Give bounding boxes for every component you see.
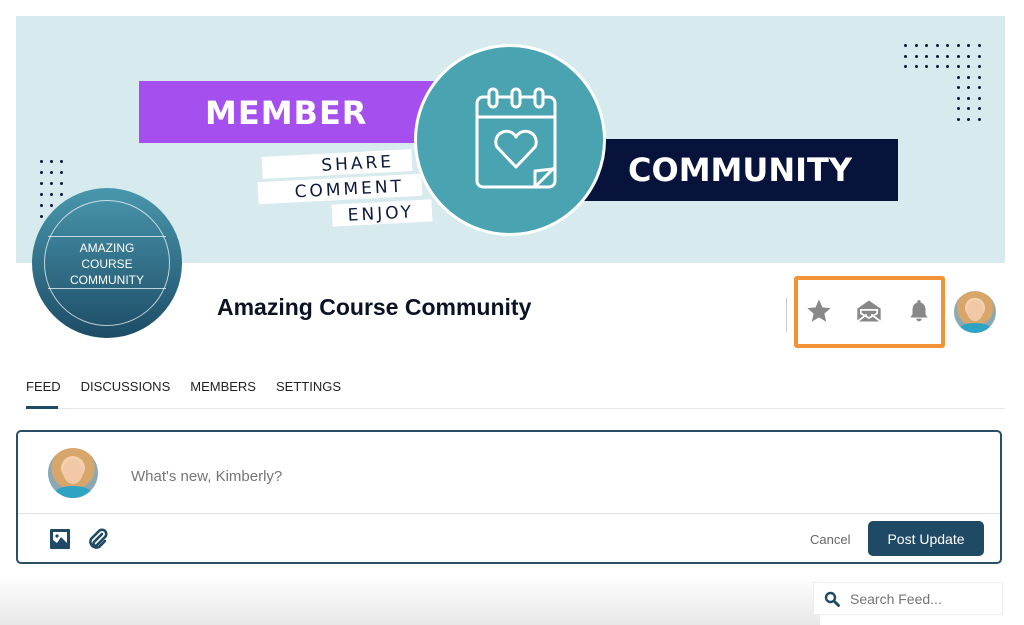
tab-feed[interactable]: FEED	[26, 379, 61, 394]
dot	[50, 182, 53, 185]
messages-button[interactable]	[854, 296, 884, 326]
bell-icon	[910, 300, 928, 322]
tab-discussions[interactable]: DISCUSSIONS	[81, 379, 171, 394]
dot	[50, 160, 53, 163]
dot-pattern-right	[904, 44, 988, 121]
dot	[956, 86, 960, 89]
tab-settings[interactable]: SETTINGS	[276, 379, 341, 394]
dot	[956, 65, 960, 68]
dot	[977, 107, 981, 110]
dot	[50, 204, 53, 207]
dot	[967, 44, 970, 47]
dot	[50, 193, 53, 196]
dot	[60, 160, 63, 163]
user-avatar-header[interactable]	[954, 291, 996, 333]
search-feed-input[interactable]	[850, 591, 990, 607]
dot	[935, 65, 939, 68]
dot	[946, 44, 949, 47]
image-upload-icon[interactable]	[49, 528, 71, 550]
active-tab-indicator	[26, 406, 58, 409]
composer-divider	[18, 513, 1000, 514]
dot	[935, 44, 939, 47]
dot	[40, 171, 43, 174]
group-tabs: FEED DISCUSSIONS MEMBERS SETTINGS	[26, 379, 341, 394]
dot	[956, 75, 960, 79]
dot	[50, 171, 53, 174]
dot	[925, 44, 928, 47]
dot	[935, 54, 939, 58]
dot	[967, 107, 970, 110]
dot	[904, 54, 907, 58]
star-icon	[807, 299, 831, 322]
whats-new-input[interactable]	[131, 468, 731, 485]
post-composer: Cancel Post Update	[16, 430, 1002, 564]
tab-members[interactable]: MEMBERS	[190, 379, 256, 394]
group-title: Amazing Course Community	[217, 294, 532, 320]
dot	[925, 65, 928, 68]
dot	[40, 204, 43, 207]
dot	[40, 215, 43, 218]
bottom-shadow	[0, 575, 820, 625]
logo-text: AMAZING COURSE COMMUNITY	[70, 241, 144, 287]
calendar-heart-icon	[475, 87, 557, 189]
notifications-button[interactable]	[904, 296, 934, 326]
dot	[956, 54, 960, 58]
composer-avatar	[48, 448, 98, 498]
favorite-button[interactable]	[804, 296, 834, 326]
attachment-icon[interactable]	[86, 528, 110, 552]
dot	[956, 44, 960, 47]
dot	[914, 54, 918, 58]
dot	[946, 65, 949, 68]
group-logo: AMAZING COURSE COMMUNITY	[32, 188, 182, 338]
dot	[904, 44, 907, 47]
dot	[60, 171, 63, 174]
dot	[967, 65, 970, 68]
dot	[977, 86, 981, 89]
dot	[956, 107, 960, 110]
dot	[967, 75, 970, 79]
strip-comment: COMMENT	[257, 173, 423, 205]
calendar-badge	[414, 44, 606, 236]
dot	[967, 54, 970, 58]
search-feed-box	[813, 582, 1003, 615]
dot	[40, 193, 43, 196]
dot	[967, 117, 970, 121]
search-icon	[824, 591, 840, 607]
tabs-divider	[26, 408, 1005, 409]
dot	[977, 44, 981, 47]
dot	[914, 65, 918, 68]
dot	[40, 182, 43, 185]
dot	[977, 65, 981, 68]
cancel-button[interactable]: Cancel	[810, 532, 850, 547]
dot	[925, 54, 928, 58]
dot	[956, 96, 960, 100]
logo-line-top	[48, 236, 166, 237]
envelope-open-icon	[856, 300, 882, 323]
dot	[977, 54, 981, 58]
dot	[914, 44, 918, 47]
dot	[60, 193, 63, 196]
dot	[946, 54, 949, 58]
dot	[967, 96, 970, 100]
header-divider	[786, 298, 787, 332]
post-update-button[interactable]: Post Update	[868, 521, 984, 556]
dot	[956, 117, 960, 121]
logo-line-bottom	[48, 288, 166, 289]
dot	[977, 117, 981, 121]
dot	[967, 86, 970, 89]
dot	[904, 65, 907, 68]
dot	[977, 96, 981, 100]
dot	[977, 75, 981, 79]
dot	[40, 160, 43, 163]
strip-enjoy: ENJOY	[331, 199, 433, 227]
member-label: MEMBER	[205, 94, 368, 132]
dot	[60, 182, 63, 185]
community-label: COMMUNITY	[628, 151, 853, 189]
